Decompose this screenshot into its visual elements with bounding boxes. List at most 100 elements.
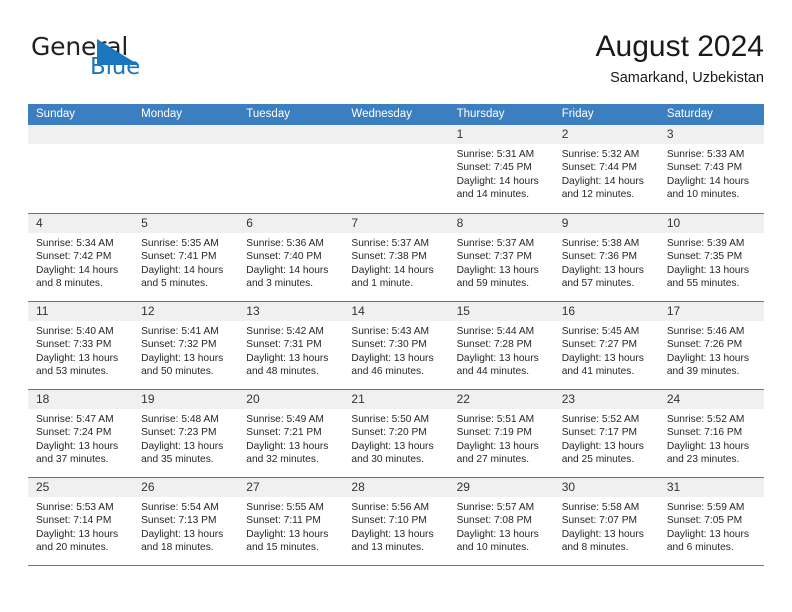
calendar-page: General Blue August 2024 Samarkand, Uzbe… — [0, 0, 792, 612]
sunrise-text: Sunrise: 5:53 AM — [36, 502, 114, 513]
day-number: 25 — [36, 480, 50, 494]
sunset-text: Sunset: 7:10 PM — [351, 515, 427, 527]
daylight-text-line2: and 8 minutes. — [561, 542, 629, 554]
day-number-band: 17 — [658, 302, 764, 321]
daylight-text-line2: and 5 minutes. — [141, 278, 208, 290]
sunset-text: Sunset: 7:38 PM — [351, 251, 427, 263]
day-cell[interactable]: 28 Sunrise: 5:56 AM Sunset: 7:10 PM Dayligh… — [343, 478, 449, 565]
day-cell[interactable]: 30 Sunrise: 5:58 AM Sunset: 7:07 PM Dayligh… — [553, 478, 659, 565]
day-cell[interactable]: 22 Sunrise: 5:51 AM Sunset: 7:19 PM Dayligh… — [448, 390, 554, 477]
daylight-text-line2: and 14 minutes. — [456, 189, 530, 201]
calendar-grid: Sunday Monday Tuesday Wednesday Thursday Frid… — [28, 104, 764, 566]
day-number: 19 — [141, 392, 155, 406]
day-number-band: 4 — [28, 214, 134, 233]
day-cell[interactable]: 16 Sunrise: 5:45 AM Sunset: 7:27 PM Dayligh… — [553, 302, 659, 389]
day-number-band — [133, 125, 239, 144]
daylight-text-line1: Daylight: 13 hours — [246, 528, 329, 540]
day-number-band: 2 — [553, 125, 659, 144]
daylight-text-line1: Daylight: 13 hours — [666, 264, 749, 276]
day-cell[interactable]: 7 Sunrise: 5:37 AM Sunset: 7:38 PM Daylight… — [343, 214, 449, 301]
sunrise-text: Sunrise: 5:54 AM — [141, 502, 219, 513]
day-details: Sunrise: 5:47 AM Sunset: 7:24 PM Daylight:… — [28, 409, 133, 467]
day-number-band: 22 — [448, 390, 554, 409]
day-cell[interactable]: 13 Sunrise: 5:42 AM Sunset: 7:31 PM Dayligh… — [238, 302, 344, 389]
daylight-text-line2: and 23 minutes. — [666, 454, 740, 466]
day-cell[interactable]: 10 Sunrise: 5:39 AM Sunset: 7:35 PM Dayligh… — [658, 214, 764, 301]
day-cell[interactable]: 17 Sunrise: 5:46 AM Sunset: 7:26 PM Dayligh… — [658, 302, 764, 389]
daylight-text-line2: and 32 minutes. — [246, 454, 319, 466]
day-cell[interactable]: 31 Sunrise: 5:59 AM Sunset: 7:05 PM Dayligh… — [658, 478, 764, 565]
day-cell[interactable]: 6 Sunrise: 5:36 AM Sunset: 7:40 PM Daylight… — [238, 214, 344, 301]
day-cell[interactable]: 2 Sunrise: 5:32 AM Sunset: 7:44 PM Daylight… — [553, 125, 659, 213]
sunrise-text: Sunrise: 5:38 AM — [561, 238, 640, 249]
daylight-text-line1: Daylight: 14 hours — [141, 264, 224, 276]
day-details: Sunrise: 5:59 AM Sunset: 7:05 PM Daylight:… — [659, 497, 764, 555]
day-cell[interactable]: 20 Sunrise: 5:49 AM Sunset: 7:21 PM Dayligh… — [238, 390, 344, 477]
day-cell[interactable]: 9 Sunrise: 5:38 AM Sunset: 7:36 PM Daylight… — [553, 214, 659, 301]
day-number-band: 9 — [553, 214, 659, 233]
sunrise-text: Sunrise: 5:45 AM — [561, 326, 640, 337]
sunrise-text: Sunrise: 5:59 AM — [666, 502, 745, 513]
day-details: Sunrise: 5:33 AM Sunset: 7:43 PM Daylight:… — [659, 144, 764, 202]
day-cell[interactable]: 8 Sunrise: 5:37 AM Sunset: 7:37 PM Daylight… — [448, 214, 554, 301]
day-cell[interactable]: 26 Sunrise: 5:54 AM Sunset: 7:13 PM Dayligh… — [133, 478, 239, 565]
daylight-text-line1: Daylight: 14 hours — [666, 175, 749, 187]
sunset-text: Sunset: 7:05 PM — [666, 515, 743, 527]
day-cell[interactable]: 5 Sunrise: 5:35 AM Sunset: 7:41 PM Daylight… — [133, 214, 239, 301]
day-cell[interactable]: 25 Sunrise: 5:53 AM Sunset: 7:14 PM Dayligh… — [28, 478, 134, 565]
day-number: 16 — [561, 304, 576, 318]
daylight-text-line2: and 35 minutes. — [141, 454, 214, 466]
sunset-text: Sunset: 7:40 PM — [246, 251, 322, 263]
sunrise-text: Sunrise: 5:47 AM — [36, 414, 114, 425]
day-cell[interactable]: 21 Sunrise: 5:50 AM Sunset: 7:20 PM Dayligh… — [343, 390, 449, 477]
calendar-week-row: 4 Sunrise: 5:34 AM Sunset: 7:42 PM Daylight… — [28, 213, 764, 301]
day-number-band: 6 — [238, 214, 344, 233]
sunrise-text: Sunrise: 5:39 AM — [666, 238, 745, 249]
brand-logo[interactable]: General Blue — [28, 32, 248, 92]
sunset-text: Sunset: 7:07 PM — [561, 515, 638, 527]
daylight-text-line2: and 41 minutes. — [561, 366, 635, 378]
day-cell[interactable]: 11 Sunrise: 5:40 AM Sunset: 7:33 PM Dayligh… — [28, 302, 134, 389]
sunrise-text: Sunrise: 5:33 AM — [666, 149, 745, 160]
day-number: 22 — [456, 392, 470, 406]
day-details: Sunrise: 5:52 AM Sunset: 7:17 PM Daylight:… — [554, 409, 659, 467]
day-number: 28 — [351, 480, 365, 494]
weekday-header-wednesday: Wednesday — [351, 108, 412, 120]
day-number: 23 — [561, 392, 576, 406]
calendar-week-row: 25 Sunrise: 5:53 AM Sunset: 7:14 PM Dayligh… — [28, 477, 764, 565]
day-details: Sunrise: 5:36 AM Sunset: 7:40 PM Daylight:… — [238, 233, 343, 291]
day-cell[interactable]: 12 Sunrise: 5:41 AM Sunset: 7:32 PM Dayligh… — [133, 302, 239, 389]
day-details: Sunrise: 5:41 AM Sunset: 7:32 PM Daylight:… — [133, 321, 238, 379]
day-number-band: 13 — [238, 302, 344, 321]
day-details: Sunrise: 5:55 AM Sunset: 7:11 PM Daylight:… — [238, 497, 343, 555]
daylight-text-line1: Daylight: 14 hours — [351, 264, 434, 276]
daylight-text-line2: and 12 minutes. — [561, 189, 635, 201]
day-cell[interactable]: 3 Sunrise: 5:33 AM Sunset: 7:43 PM Daylight… — [658, 125, 764, 213]
day-cell[interactable]: 23 Sunrise: 5:52 AM Sunset: 7:17 PM Dayligh… — [553, 390, 659, 477]
daylight-text-line1: Daylight: 13 hours — [351, 528, 434, 540]
day-cell[interactable]: 4 Sunrise: 5:34 AM Sunset: 7:42 PM Daylight… — [28, 214, 134, 301]
day-cell-empty — [343, 125, 449, 213]
day-cell[interactable]: 27 Sunrise: 5:55 AM Sunset: 7:11 PM Dayligh… — [238, 478, 344, 565]
day-cell[interactable]: 14 Sunrise: 5:43 AM Sunset: 7:30 PM Dayligh… — [343, 302, 449, 389]
day-cell-empty — [238, 125, 344, 213]
day-cell[interactable]: 15 Sunrise: 5:44 AM Sunset: 7:28 PM Dayligh… — [448, 302, 554, 389]
day-details: Sunrise: 5:38 AM Sunset: 7:36 PM Daylight:… — [554, 233, 659, 291]
day-number-band: 10 — [658, 214, 764, 233]
sunset-text: Sunset: 7:45 PM — [456, 162, 532, 174]
day-cell[interactable]: 24 Sunrise: 5:52 AM Sunset: 7:16 PM Dayligh… — [658, 390, 764, 477]
day-cell[interactable]: 1 Sunrise: 5:31 AM Sunset: 7:45 PM Daylight… — [448, 125, 554, 213]
day-cell[interactable]: 29 Sunrise: 5:57 AM Sunset: 7:08 PM Dayligh… — [448, 478, 554, 565]
daylight-text-line1: Daylight: 13 hours — [351, 440, 434, 452]
day-number: 18 — [36, 392, 50, 406]
day-number-band: 23 — [553, 390, 659, 409]
day-number-band: 28 — [343, 478, 449, 497]
daylight-text-line1: Daylight: 13 hours — [666, 440, 749, 452]
daylight-text-line1: Daylight: 13 hours — [561, 440, 644, 452]
day-cell[interactable]: 19 Sunrise: 5:48 AM Sunset: 7:23 PM Dayligh… — [133, 390, 239, 477]
day-cell-empty — [133, 125, 239, 213]
day-number-band — [343, 125, 449, 144]
day-number: 20 — [246, 392, 260, 406]
day-cell[interactable]: 18 Sunrise: 5:47 AM Sunset: 7:24 PM Dayligh… — [28, 390, 134, 477]
daylight-text-line1: Daylight: 13 hours — [456, 352, 539, 364]
